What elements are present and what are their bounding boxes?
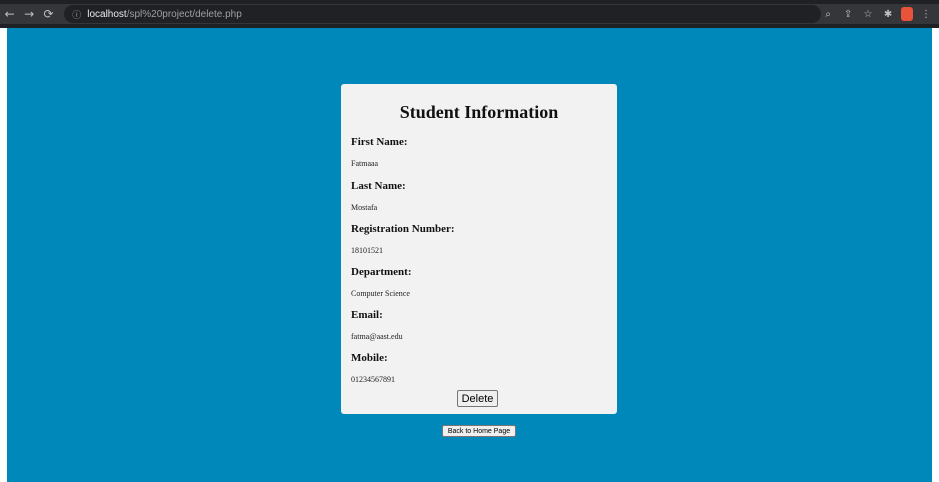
registration-number-value: 18101521 (351, 246, 383, 255)
menu-icon[interactable]: ⋮ (919, 7, 933, 21)
url-host: localhost (87, 8, 127, 20)
mobile-value: 01234567891 (351, 375, 395, 384)
bookmark-star-icon[interactable]: ☆ (861, 7, 875, 21)
student-info-card: Student Information First Name: Fatmaaa … (341, 84, 617, 414)
email-value: fatma@aast.edu (351, 332, 403, 341)
url-path: /spl%20project/delete.php (126, 8, 242, 20)
last-name-label: Last Name: (351, 180, 406, 192)
profile-avatar[interactable] (901, 7, 914, 21)
reload-icon[interactable]: ⟳ (39, 4, 58, 24)
browser-toolbar: ← → ⟳ ⓘ localhost/spl%20project/delete.p… (0, 4, 939, 24)
first-name-value: Fatmaaa (351, 159, 379, 168)
delete-button[interactable]: Delete (457, 390, 498, 407)
first-name-label: First Name: (351, 136, 408, 148)
registration-number-label: Registration Number: (351, 223, 455, 235)
extensions-icon[interactable]: ✱ (881, 7, 895, 21)
back-icon[interactable]: ← (0, 4, 19, 24)
last-name-value: Mostafa (351, 203, 378, 212)
zoom-icon[interactable]: ⌕ (821, 7, 835, 21)
department-value: Computer Science (351, 289, 410, 298)
mobile-label: Mobile: (351, 352, 388, 364)
share-icon[interactable]: ⇪ (841, 7, 855, 21)
forward-icon[interactable]: → (19, 4, 38, 24)
page-title: Student Information (399, 102, 559, 122)
email-label: Email: (351, 309, 383, 321)
site-info-icon[interactable]: ⓘ (72, 8, 81, 21)
address-bar[interactable]: ⓘ localhost/spl%20project/delete.php (64, 5, 822, 23)
department-label: Department: (351, 266, 412, 278)
back-to-home-button[interactable]: Back to Home Page (442, 425, 516, 437)
page-viewport: Student Information First Name: Fatmaaa … (7, 28, 932, 482)
